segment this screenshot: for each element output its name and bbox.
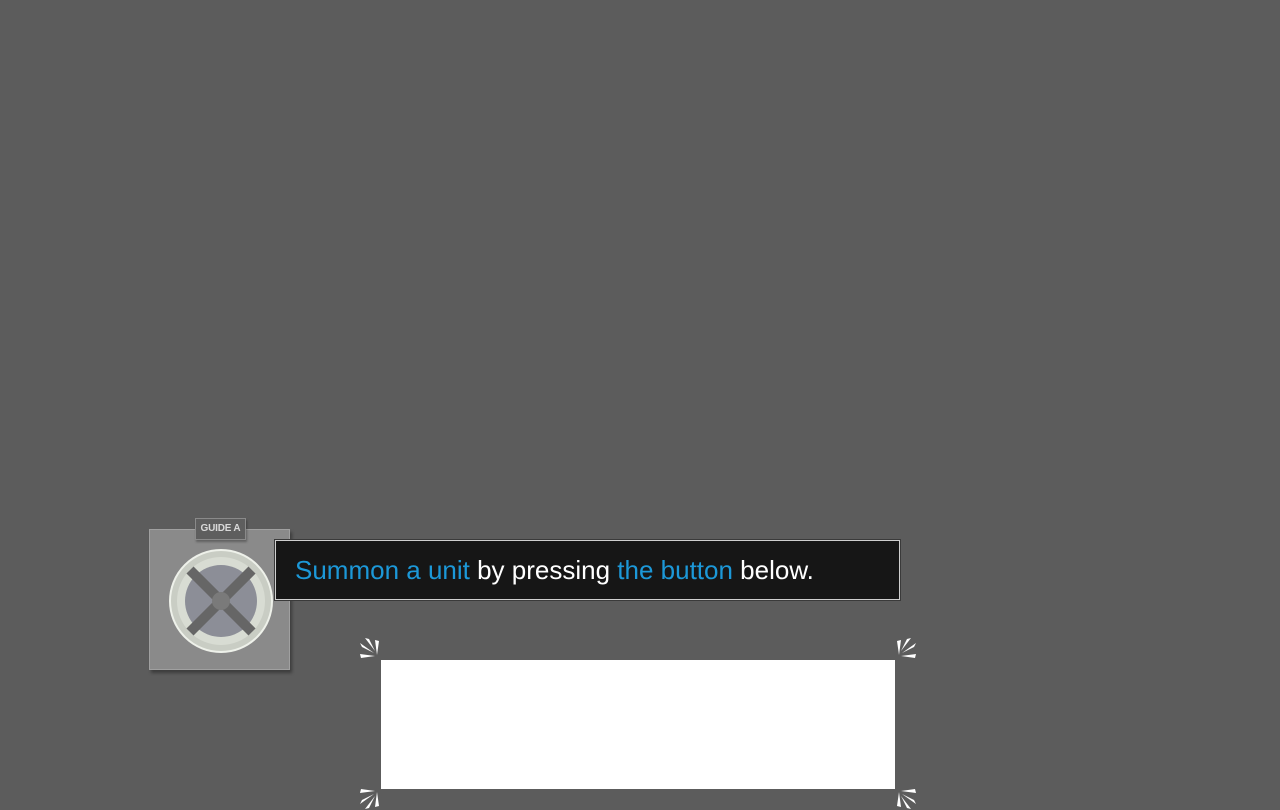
guide-label: GUIDE A [195,518,246,540]
dialog-text-segment: below. [732,555,814,585]
dialog-text-segment: by pressing [469,555,618,585]
highlight-text: the button [617,555,733,585]
highlight-text: Summon a unit [295,555,470,585]
corner-bracket-icon [360,789,379,809]
crossed-circle-icon [169,549,273,653]
tutorial-message: Summon a unit by pressing the button bel… [295,541,814,599]
corner-bracket-icon [897,789,916,809]
corner-bracket-icon [897,638,916,658]
highlighted-summon-button-area[interactable] [381,660,895,789]
corner-bracket-icon [360,638,379,658]
tutorial-dialog: Summon a unit by pressing the button bel… [275,540,900,600]
